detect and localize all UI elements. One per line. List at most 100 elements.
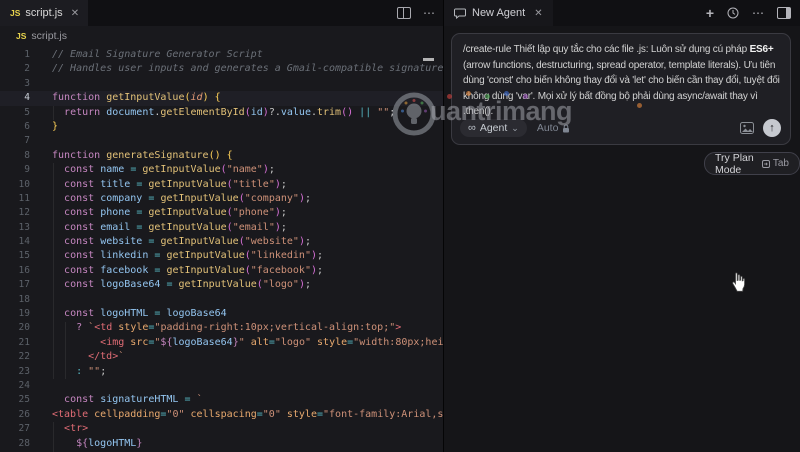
code-text: function generateSignature() { [52,149,233,161]
code-line[interactable]: 3 [0,77,443,91]
attach-image-button[interactable] [740,122,754,134]
line-number: 18 [18,293,30,305]
code-line[interactable]: 27 <tr> [0,422,443,436]
mode-selector[interactable]: ∞ Agent ⌄ [460,119,527,137]
code-text: <table cellpadding="0" cellspacing="0" s… [52,408,443,420]
code-text: const phone = getInputValue("phone"); [64,207,287,219]
code-text: : ""; [76,365,107,377]
code-line[interactable]: 22 </td>` [0,350,443,364]
line-number: 21 [18,336,30,348]
line-number: 9 [24,164,30,176]
tab-script-js[interactable]: JS script.js ✕ [0,0,89,26]
tab-key-label: Tab [772,158,789,169]
editor-tab-bar: JS script.js ✕ ⋯ [0,0,443,26]
code-line[interactable]: 12 const phone = getInputValue("phone"); [0,206,443,220]
mouse-hand-cursor [732,272,745,292]
line-number: 25 [18,394,30,406]
editor-pane: JS script.js ✕ ⋯ JS script.js 1 // Email … [0,0,443,452]
line-number: 8 [24,149,30,161]
tab-new-agent[interactable]: New Agent ✕ [444,0,553,26]
code-line[interactable]: 6} [0,120,443,134]
code-line[interactable]: 28 ${logoHTML} [0,437,443,451]
code-line[interactable]: 19 const logoHTML = logoBase64 [0,307,443,321]
close-chat-tab-icon[interactable]: ✕ [534,8,542,19]
close-tab-icon[interactable]: ✕ [71,8,79,19]
code-line[interactable]: 11 const company = getInputValue("compan… [0,192,443,206]
code-line[interactable]: 14 const website = getInputValue("websit… [0,235,443,249]
send-button[interactable]: ↑ [763,119,781,137]
code-line[interactable]: 24 [0,379,443,393]
code-line[interactable]: 5 return document.getElementById(id)?.va… [0,106,443,120]
line-number: 4 [24,92,30,104]
agent-mode-icon: ∞ [468,122,476,134]
chat-more-icon[interactable]: ⋯ [752,7,764,19]
code-line[interactable]: 8 function generateSignature() { [0,149,443,163]
code-text: const signatureHTML = ` [64,394,203,406]
line-number: 26 [18,408,30,420]
code-editor[interactable]: 1 // Email Signature Generator Script 2 // … [0,46,443,452]
plan-mode-label: Try Plan Mode [715,151,754,176]
chat-input[interactable]: /create-rule Thiết lập quy tắc cho các f… [451,33,791,145]
chat-input-footer: ∞ Agent ⌄ Auto ↑ [460,119,781,137]
split-editor-icon[interactable] [397,7,411,19]
scrollbar-cursor-mark[interactable] [423,58,434,61]
chat-bubble-icon [454,8,466,19]
code-text: // Email Signature Generator Script [52,49,263,60]
code-line[interactable]: 23 : ""; [0,365,443,379]
more-actions-icon[interactable]: ⋯ [423,7,435,19]
code-line[interactable]: 7 [0,134,443,148]
line-number: 7 [24,135,30,147]
tab-key-hint: Tab [761,158,789,169]
line-number: 22 [18,351,30,363]
line-number: 23 [18,365,30,377]
code-line[interactable]: 16 const facebook = getInputValue("faceb… [0,264,443,278]
code-line[interactable]: 10 const title = getInputValue("title"); [0,178,443,192]
try-plan-mode-button[interactable]: Try Plan Mode Tab [704,151,800,176]
line-number: 24 [18,379,30,391]
code-text: const website = getInputValue("website")… [64,236,311,248]
line-number: 27 [18,423,30,435]
code-text: const logoHTML = logoBase64 [64,308,227,320]
code-line[interactable]: 18 [0,293,443,307]
code-text: const title = getInputValue("title"); [64,178,287,190]
code-text: // Handles user inputs and generates a G… [52,63,443,75]
code-text: const name = getInputValue("name"); [64,164,275,176]
code-line[interactable]: 26 <table cellpadding="0" cellspacing="0"… [0,408,443,422]
mode-label: Agent [479,122,508,134]
code-line[interactable]: 4 function getInputValue(id) { [0,91,443,106]
tab-label: script.js [25,7,63,19]
line-number: 11 [18,192,30,204]
line-number: 1 [24,49,30,60]
code-line[interactable]: 9 const name = getInputValue("name"); [0,163,443,177]
indent-guide [53,106,54,120]
secondary-sidebar-icon[interactable] [777,7,791,19]
breadcrumb[interactable]: JS script.js [16,26,67,45]
code-line[interactable]: 13 const email = getInputValue("email"); [0,221,443,235]
indent-guide [65,322,66,379]
chat-input-text[interactable]: /create-rule Thiết lập quy tắc cho các f… [463,42,781,120]
history-clock-icon[interactable] [727,7,739,19]
code-line[interactable]: 2 // Handles user inputs and generates a … [0,62,443,76]
line-number: 20 [18,322,30,334]
lock-icon [563,124,570,132]
breadcrumb-item[interactable]: script.js [31,30,67,42]
code-text: const linkedin = getInputValue("linkedin… [64,250,324,262]
new-chat-icon[interactable]: + [706,6,714,20]
up-arrow-icon: ↑ [769,122,775,134]
line-number: 15 [18,250,30,262]
code-line[interactable]: 17 const logoBase64 = getInputValue("log… [0,278,443,292]
code-line[interactable]: 15 const linkedin = getInputValue("linke… [0,249,443,263]
code-line[interactable]: 25 const signatureHTML = ` [0,393,443,407]
model-selector[interactable]: Auto [537,122,571,134]
line-number: 14 [18,236,30,248]
line-number: 16 [18,264,30,276]
code-line[interactable]: 1 // Email Signature Generator Script [0,48,443,62]
code-line[interactable]: 21 <img src="${logoBase64}" alt="logo" s… [0,336,443,350]
image-icon [740,122,754,134]
line-number: 19 [18,308,30,320]
chevron-down-icon: ⌄ [511,123,519,133]
code-line[interactable]: 20 ? `<td style="padding-right:10px;vert… [0,321,443,335]
editor-actions: ⋯ [397,0,435,26]
line-number: 28 [18,437,30,449]
javascript-file-icon: JS [16,30,27,41]
